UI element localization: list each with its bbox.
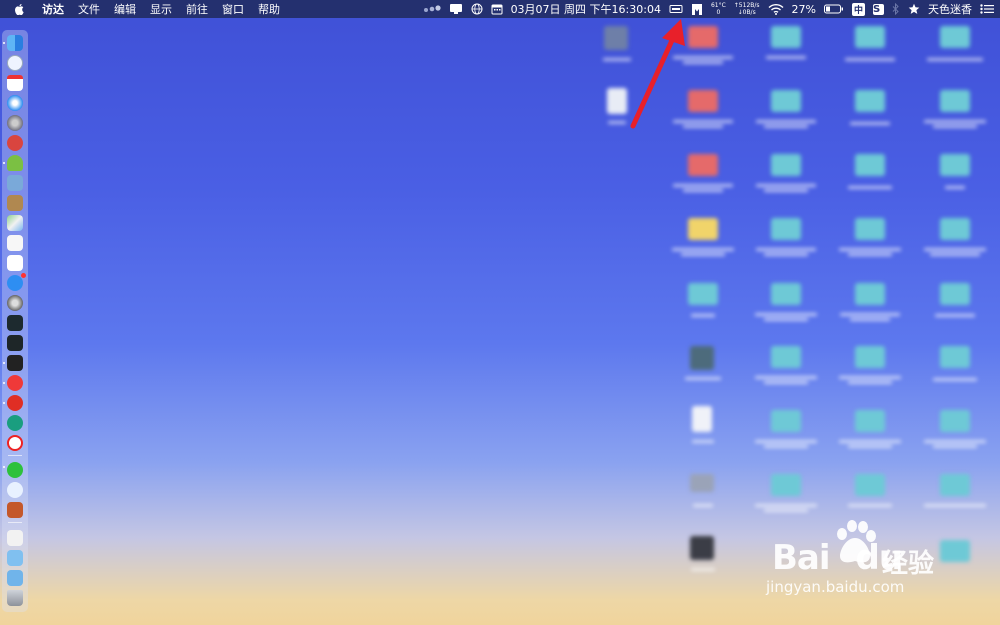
watermark-cn: 经验 bbox=[882, 549, 935, 579]
watermark-url: jingyan.baidu.com bbox=[766, 578, 905, 596]
baidu-watermark: Bai du 经验 jingyan.baidu.com bbox=[762, 510, 962, 600]
baidu-paw-icon bbox=[837, 520, 876, 563]
